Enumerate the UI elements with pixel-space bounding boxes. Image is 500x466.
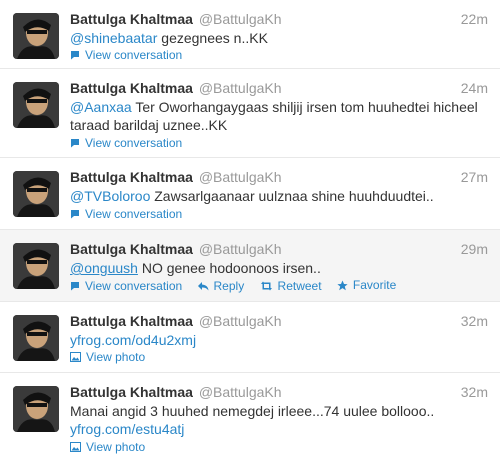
timestamp[interactable]: 27m [461, 168, 488, 186]
author-name[interactable]: Battulga Khaltmaa [70, 169, 193, 185]
action-label: View photo [86, 350, 146, 364]
photo-icon [70, 442, 81, 452]
speech-bubble-icon [71, 139, 79, 148]
action-label: View conversation [85, 48, 183, 62]
avatar[interactable] [13, 13, 59, 59]
action-label: View conversation [85, 207, 183, 221]
author-name[interactable]: Battulga Khaltmaa [70, 11, 193, 27]
tweet-item[interactable]: Battulga Khaltmaa @BattulgaKh 32m yfrog.… [0, 302, 500, 373]
tweet-text: @Aanxaa Ter Oworhangaygaas shiljij irsen… [70, 98, 488, 134]
author-name[interactable]: Battulga Khaltmaa [70, 384, 193, 400]
mention-link[interactable]: @TVBoloroo [70, 188, 150, 204]
mention-link[interactable]: @onguush [70, 260, 138, 276]
reply-label: Reply [213, 279, 245, 293]
timestamp[interactable]: 29m [461, 240, 488, 258]
avatar[interactable] [13, 82, 59, 128]
reply-icon [197, 281, 209, 290]
tweet-actions: View photo [70, 440, 157, 455]
tweet-header: Battulga Khaltmaa @BattulgaKh 29m [70, 240, 488, 258]
tweet-item[interactable]: Battulga Khaltmaa @BattulgaKh 32m Manai … [0, 373, 500, 466]
tweet-header: Battulga Khaltmaa @BattulgaKh 27m [70, 168, 488, 186]
tweet-header: Battulga Khaltmaa @BattulgaKh 24m [70, 79, 488, 97]
retweet-icon [260, 281, 272, 290]
tweet-actions: View photo [70, 350, 157, 365]
speech-bubble-icon [71, 210, 79, 219]
author-handle[interactable]: @BattulgaKh [199, 11, 282, 27]
tweet-text: @onguush NO genee hodoonoos irsen.. [70, 259, 488, 277]
tweet-body: NO genee hodoonoos irsen.. [137, 260, 321, 276]
author-handle[interactable]: @BattulgaKh [199, 80, 282, 96]
photo-icon [70, 352, 81, 362]
tweet-body: Zawsarlgaanaar uulznaa shine huuhduudtei… [150, 188, 434, 204]
tweet-header: Battulga Khaltmaa @BattulgaKh 32m [70, 312, 488, 330]
speech-bubble-icon [71, 281, 79, 290]
tweet-actions: View conversation Reply Retweet Favorite [70, 278, 408, 294]
tweet-actions: View conversation [70, 207, 194, 222]
tweet-header: Battulga Khaltmaa @BattulgaKh 32m [70, 383, 488, 401]
avatar[interactable] [13, 315, 59, 361]
star-icon [337, 280, 348, 290]
tweet-text: yfrog.com/od4u2xmj [70, 331, 488, 349]
action-label: View photo [86, 440, 146, 454]
author-name[interactable]: Battulga Khaltmaa [70, 80, 193, 96]
author-handle[interactable]: @BattulgaKh [199, 169, 282, 185]
photo-link[interactable]: yfrog.com/estu4atj [70, 421, 184, 437]
photo-link[interactable]: yfrog.com/od4u2xmj [70, 332, 196, 348]
timestamp[interactable]: 22m [461, 10, 488, 28]
view-conversation-button[interactable]: View conversation [70, 279, 182, 293]
author-handle[interactable]: @BattulgaKh [199, 241, 282, 257]
favorite-button[interactable]: Favorite [337, 278, 396, 292]
view-conversation-button[interactable]: View conversation [70, 207, 182, 221]
tweet-body: gezegnees n..KK [157, 30, 268, 46]
favorite-label: Favorite [352, 278, 397, 292]
author-handle[interactable]: @BattulgaKh [199, 384, 282, 400]
tweet-body: Ter Oworhangaygaas shiljij irsen tom huu… [70, 99, 478, 133]
retweet-button[interactable]: Retweet [260, 279, 322, 293]
mention-link[interactable]: @shinebaatar [70, 30, 157, 46]
tweet-header: Battulga Khaltmaa @BattulgaKh 22m [70, 10, 488, 28]
tweet-item[interactable]: Battulga Khaltmaa @BattulgaKh 29m @onguu… [0, 230, 500, 302]
author-name[interactable]: Battulga Khaltmaa [70, 313, 193, 329]
author-name[interactable]: Battulga Khaltmaa [70, 241, 193, 257]
timestamp[interactable]: 24m [461, 79, 488, 97]
view-conversation-button[interactable]: View conversation [70, 48, 182, 62]
reply-button[interactable]: Reply [197, 279, 245, 293]
speech-bubble-icon [71, 51, 79, 60]
timestamp[interactable]: 32m [461, 312, 488, 330]
action-label: View conversation [85, 136, 183, 150]
view-photo-button[interactable]: View photo [70, 350, 145, 364]
timestamp[interactable]: 32m [461, 383, 488, 401]
tweet-item[interactable]: Battulga Khaltmaa @BattulgaKh 22m @shine… [0, 0, 500, 69]
view-photo-button[interactable]: View photo [70, 440, 145, 454]
tweet-timeline: Battulga Khaltmaa @BattulgaKh 22m @shine… [0, 0, 500, 466]
author-handle[interactable]: @BattulgaKh [199, 313, 282, 329]
tweet-body: Manai angid 3 huuhed nemegdej irleee...7… [70, 403, 435, 419]
tweet-text: Manai angid 3 huuhed nemegdej irleee...7… [70, 402, 488, 438]
avatar[interactable] [13, 171, 59, 217]
action-label: View conversation [85, 278, 183, 293]
tweet-actions: View conversation [70, 136, 194, 151]
retweet-label: Retweet [277, 278, 322, 293]
tweet-text: @TVBoloroo Zawsarlgaanaar uulznaa shine … [70, 187, 488, 205]
tweet-item[interactable]: Battulga Khaltmaa @BattulgaKh 24m @Aanxa… [0, 69, 500, 158]
avatar[interactable] [13, 386, 59, 432]
tweet-item[interactable]: Battulga Khaltmaa @BattulgaKh 27m @TVBol… [0, 158, 500, 230]
tweet-text: @shinebaatar gezegnees n..KK [70, 29, 488, 47]
view-conversation-button[interactable]: View conversation [70, 136, 182, 150]
tweet-actions: View conversation [70, 48, 194, 63]
mention-link[interactable]: @Aanxaa [70, 99, 132, 115]
avatar[interactable] [13, 243, 59, 289]
